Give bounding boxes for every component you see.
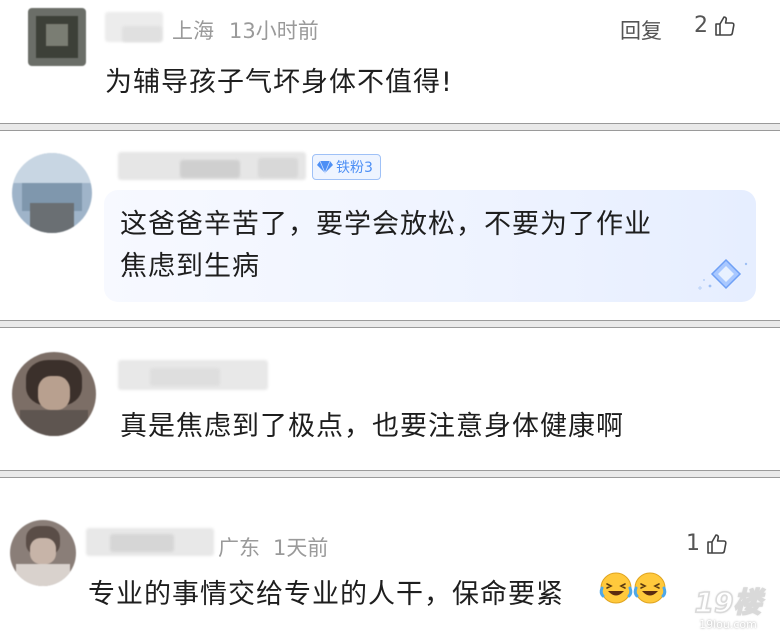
like-count: 1 (686, 531, 700, 556)
divider (0, 123, 780, 131)
comment-location: 上海 (172, 19, 214, 43)
comment-text: 为辅导孩子气坏身体不值得! (105, 67, 453, 98)
like-count: 2 (694, 13, 708, 38)
watermark-logo: 19楼 (694, 586, 762, 619)
comment-location: 广东 (218, 536, 260, 560)
avatar[interactable] (12, 352, 96, 436)
thumbs-up-icon (707, 533, 727, 554)
comment-time: 1天前 (273, 536, 329, 560)
avatar[interactable] (28, 8, 86, 66)
divider (0, 470, 780, 478)
divider (0, 320, 780, 328)
comment-text-line-1: 这爸爸辛苦了，要学会放松，不要为了作业 (120, 209, 652, 240)
comment-text-line-2: 焦虑到生病 (120, 251, 260, 282)
fan-badge-label: 铁粉3 (336, 160, 373, 176)
fan-badge: 铁粉3 (312, 154, 381, 180)
watermark-url: 19lou.com (699, 618, 757, 631)
like-button[interactable]: 2 (694, 13, 737, 38)
comment-time: 13小时前 (229, 19, 319, 43)
sparkle-diamond-icon (698, 258, 748, 290)
diamond-icon (317, 160, 333, 174)
thumbs-up-icon (715, 15, 735, 36)
avatar[interactable] (10, 520, 76, 586)
reply-button[interactable]: 回复 (620, 15, 662, 45)
comment-text: 真是焦虑到了极点，也要注意身体健康啊 (120, 411, 624, 442)
like-button[interactable]: 1 (686, 531, 729, 556)
watermark: 19楼 19lou.com (682, 586, 774, 640)
laugh-cry-emoji-icon (599, 572, 633, 604)
avatar[interactable] (12, 153, 92, 233)
laugh-cry-emoji-icon (633, 572, 667, 604)
comment-text: 专业的事情交给专业的人干，保命要紧 (88, 579, 564, 610)
